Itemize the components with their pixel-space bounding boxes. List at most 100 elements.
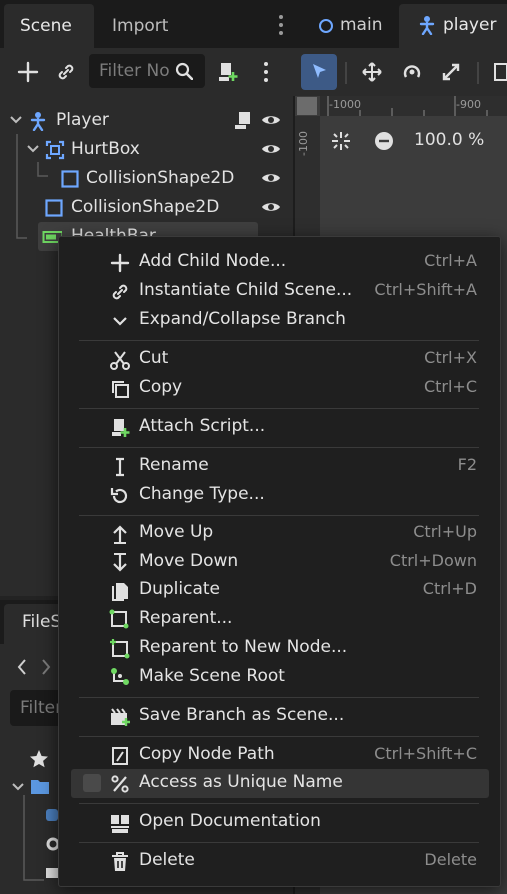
tree-row-player[interactable]: Player [0,106,293,135]
toolbar-separator [477,62,479,84]
tree-label: Player [56,110,109,130]
context-menu: Add Child Node... Ctrl+A Instantiate Chi… [58,236,501,887]
menu-item-shortcut: Ctrl+X [424,348,477,367]
forward-button[interactable] [38,656,54,678]
tab-import[interactable]: Import [96,4,206,48]
menu-item-shortcut: Ctrl+Up [413,522,477,541]
scene-root-icon [111,668,129,685]
menu-item-label: Copy [139,377,183,397]
menu-item-copy-node-path[interactable]: Copy Node Path Ctrl+Shift+C [71,741,489,770]
list-tool-icon[interactable] [493,61,507,83]
arrow-up-icon [113,525,127,544]
copy-icon [112,381,129,398]
scene-toolbar [0,48,293,96]
viewport-toolbar [293,48,507,96]
copy-path-icon [112,747,128,765]
menu-item-duplicate[interactable]: Duplicate Ctrl+D [71,576,489,605]
menu-item-add-child-node[interactable]: Add Child Node... Ctrl+A [71,248,489,277]
tree-menu-button[interactable] [250,56,282,88]
attach-script-button[interactable] [212,56,244,88]
rotate-tool-icon[interactable] [401,61,423,83]
link-icon [112,284,128,300]
node-icon [319,19,333,33]
menu-item-label: Attach Script... [139,416,266,436]
zoom-out-icon[interactable] [374,131,394,151]
menu-item-reparent-to-new-node[interactable]: Reparent to New Node... [71,634,489,663]
filesystem-tab-label: FileS [22,612,62,632]
menu-item-shortcut: Ctrl+Shift+C [374,744,477,763]
menu-item-reparent[interactable]: Reparent... [71,605,489,634]
menu-item-move-down[interactable]: Move Down Ctrl+Down [71,548,489,577]
menu-item-open-documentation[interactable]: Open Documentation [71,808,489,837]
filter-box [89,54,205,88]
menu-item-label: Instantiate Child Scene... [139,280,353,300]
star-icon [30,750,48,768]
menu-item-label: Change Type... [139,484,265,504]
menu-item-move-up[interactable]: Move Up Ctrl+Up [71,519,489,548]
select-tool-button[interactable] [301,54,337,90]
menu-item-label: Rename [139,455,209,475]
move-tool-icon[interactable] [361,61,383,83]
menu-item-label: Save Branch as Scene... [139,705,345,725]
tab-scene[interactable]: Scene [4,4,94,48]
plus-icon [17,61,39,83]
menu-item-access-as-unique-name[interactable]: Access as Unique Name [71,769,489,798]
tree-row-collisionshape2d[interactable]: CollisionShape2D [0,193,293,222]
menu-item-label: Open Documentation [139,811,321,831]
center-view-icon[interactable] [330,130,352,152]
menu-item-delete[interactable]: Delete Delete [71,847,489,876]
more-vertical-icon [264,62,268,82]
tree-row-hurtbox[interactable]: HurtBox [0,135,293,164]
script-add-icon [112,419,130,437]
dock-menu-icon[interactable] [273,12,289,38]
menu-item-expand-collapse-branch[interactable]: Expand/Collapse Branch [71,306,489,335]
visibility-eye-icon[interactable] [261,170,281,186]
tab-label: main [340,15,383,35]
chevron-down-icon [27,145,39,153]
menu-separator [79,515,479,516]
scale-tool-icon[interactable] [440,61,462,83]
instantiate-scene-button[interactable] [50,56,82,88]
menu-item-label: Move Up [139,522,214,542]
script-icon[interactable] [233,110,253,130]
menu-item-cut[interactable]: Cut Ctrl+X [71,345,489,374]
menu-item-rename[interactable]: Rename F2 [71,452,489,481]
area2d-icon [45,140,65,160]
tab-player-scene[interactable]: player [399,4,507,48]
menu-item-shortcut: Ctrl+A [424,251,477,270]
percent-icon [111,775,129,793]
menu-item-label: Cut [139,348,169,368]
menu-item-change-type[interactable]: Change Type... [71,481,489,510]
tree-label: HurtBox [71,139,140,159]
menu-item-label: Access as Unique Name [139,772,343,792]
menu-separator [79,803,479,804]
menu-item-copy[interactable]: Copy Ctrl+C [71,374,489,403]
back-button[interactable] [14,656,30,678]
tree-row-collisionshape2d-child[interactable]: CollisionShape2D [0,164,293,193]
cursor-icon [313,64,326,78]
visibility-eye-icon[interactable] [261,141,281,157]
folder-icon[interactable] [30,777,50,795]
toolbar-separator [345,62,347,84]
chevron-right-icon [42,659,51,675]
rotate-icon [110,488,128,504]
menu-item-make-scene-root[interactable]: Make Scene Root [71,663,489,692]
menu-item-label: Add Child Node... [139,251,287,271]
menu-item-label: Reparent... [139,608,233,628]
menu-item-shortcut: Ctrl+C [423,377,477,396]
menu-item-instantiate-child-scene[interactable]: Instantiate Child Scene... Ctrl+Shift+A [71,277,489,306]
script-add-icon [219,63,238,81]
menu-separator [79,697,479,698]
menu-item-label: Copy Node Path [139,744,275,764]
add-node-button[interactable] [12,56,44,88]
menu-item-label: Make Scene Root [139,666,285,686]
filter-nodes-input[interactable] [99,58,177,84]
menu-item-save-branch-as-scene[interactable]: Save Branch as Scene... [71,702,489,731]
menu-item-attach-script[interactable]: Attach Script... [71,413,489,442]
visibility-eye-icon[interactable] [261,112,281,128]
unique-name-checkbox[interactable] [83,774,101,792]
ruler-horizontal: -1000 -900 [320,96,507,116]
zoom-level[interactable]: 100.0 % [414,130,484,150]
visibility-eye-icon[interactable] [261,199,281,215]
tab-main-scene[interactable]: main [302,4,398,48]
